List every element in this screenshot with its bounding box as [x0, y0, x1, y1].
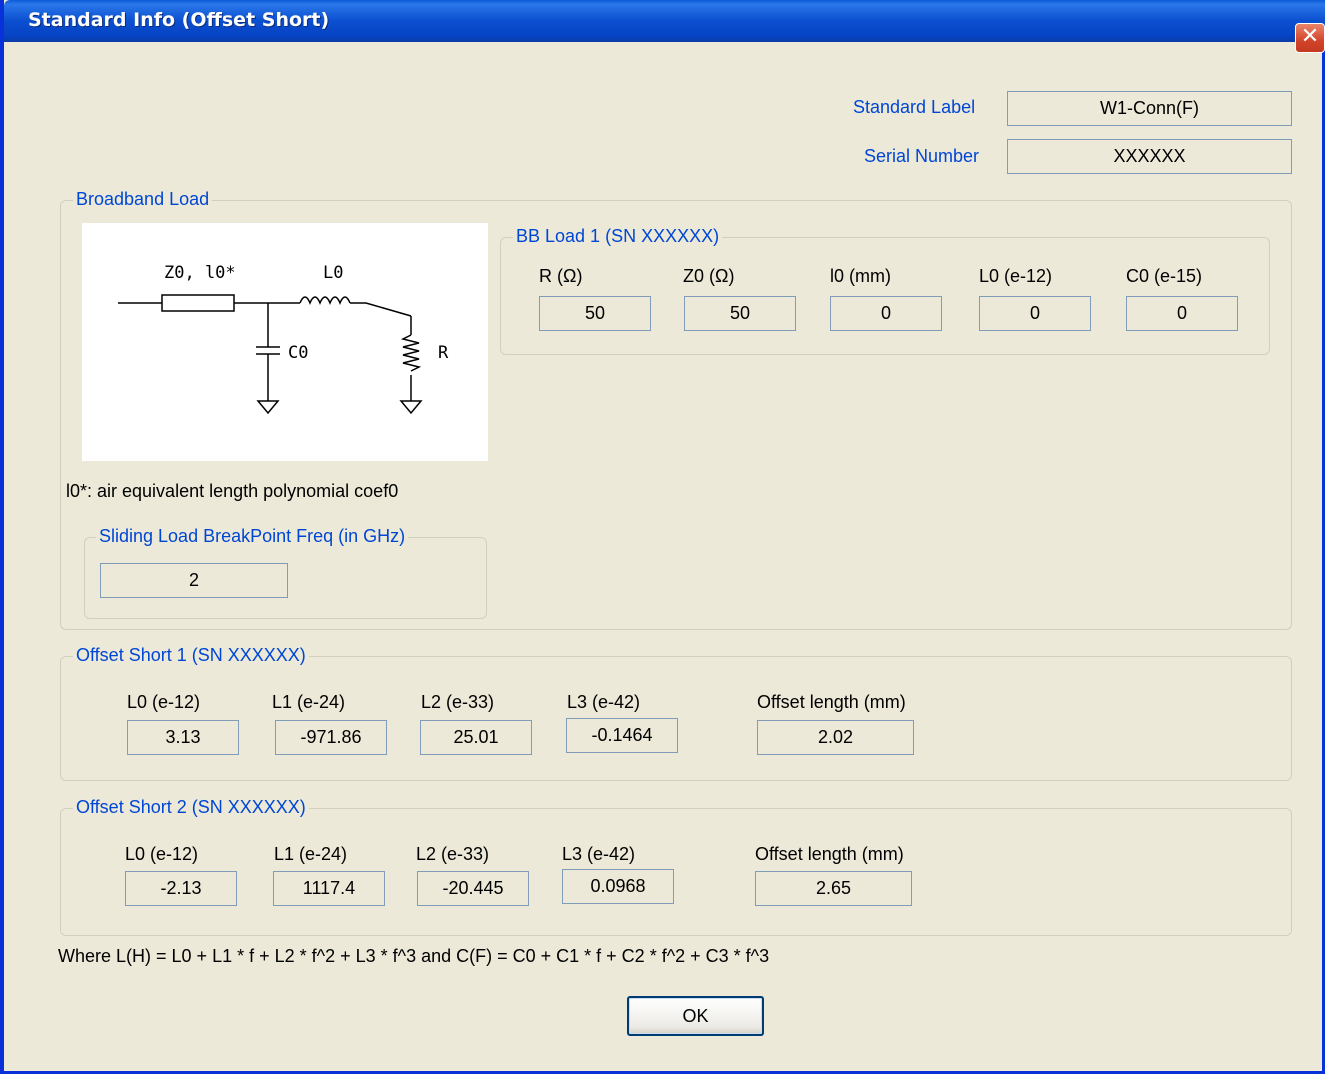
bb-header-l0mm: l0 (mm)	[830, 266, 891, 286]
bb-r-field[interactable]: 50	[539, 296, 651, 331]
os2-header-l1: L1 (e-24)	[274, 844, 348, 864]
close-icon: ✕	[1300, 24, 1320, 49]
bb-load-legend: BB Load 1 (SN XXXXXX)	[513, 226, 723, 247]
offset-short-2-group	[60, 808, 1292, 936]
os1-header-offset: Offset length (mm)	[757, 692, 906, 712]
os1-header-l1: L1 (e-24)	[272, 692, 346, 712]
offset-short-2-legend: Offset Short 2 (SN XXXXXX)	[73, 797, 309, 818]
os2-l0-field[interactable]: -2.13	[125, 871, 237, 906]
bb-c0-field[interactable]: 0	[1126, 296, 1238, 331]
sliding-load-freq-field[interactable]: 2	[100, 563, 288, 598]
os2-header-l2: L2 (e-33)	[416, 844, 490, 864]
os1-header-l0: L0 (e-12)	[127, 692, 201, 712]
dialog-window: Standard Info (Offset Short) ✕ Standard …	[0, 0, 1325, 1074]
os1-l1-field[interactable]: -971.86	[275, 720, 387, 755]
standard-label-field[interactable]: W1-Conn(F)	[1007, 91, 1292, 126]
c0-label: C0	[288, 343, 309, 363]
window-title: Standard Info (Offset Short)	[28, 9, 330, 31]
standard-label-label: Standard Label	[853, 97, 976, 117]
os1-l0-field[interactable]: 3.13	[127, 720, 239, 755]
os2-header-offset: Offset length (mm)	[755, 844, 904, 864]
bb-header-c0: C0 (e-15)	[1126, 266, 1203, 286]
close-button[interactable]: ✕	[1295, 23, 1325, 53]
l0-note: l0*: air equivalent length polynomial co…	[66, 481, 399, 501]
bb-l0-field[interactable]: 0	[979, 296, 1091, 331]
title-bar[interactable]: Standard Info (Offset Short)	[4, 0, 1325, 42]
ok-button[interactable]: OK	[627, 996, 764, 1036]
os1-header-l2: L2 (e-33)	[421, 692, 495, 712]
bb-header-z0: Z0 (Ω)	[683, 266, 735, 286]
os2-header-l3: L3 (e-42)	[562, 844, 636, 864]
os2-offset-field[interactable]: 2.65	[755, 871, 912, 906]
z0-l0-label: Z0, l0*	[164, 263, 236, 283]
serial-number-label: Serial Number	[864, 146, 980, 166]
bb-z0-field[interactable]: 50	[684, 296, 796, 331]
circuit-diagram: Z0, l0* L0 C0 R	[82, 223, 488, 461]
os2-l2-field[interactable]: -20.445	[417, 871, 529, 906]
sliding-load-legend: Sliding Load BreakPoint Freq (in GHz)	[96, 526, 409, 547]
os2-l1-field[interactable]: 1117.4	[273, 871, 385, 906]
offset-short-1-legend: Offset Short 1 (SN XXXXXX)	[73, 645, 309, 666]
bb-l0mm-field[interactable]: 0	[830, 296, 942, 331]
broadband-load-legend: Broadband Load	[73, 189, 213, 210]
os1-l3-field[interactable]: -0.1464	[566, 718, 678, 753]
serial-number-field[interactable]: XXXXXX	[1007, 139, 1292, 174]
bb-header-l0: L0 (e-12)	[979, 266, 1053, 286]
r-label: R	[438, 343, 449, 363]
os2-l3-field[interactable]: 0.0968	[562, 869, 674, 904]
circuit-schematic	[118, 294, 423, 415]
os1-header-l3: L3 (e-42)	[567, 692, 641, 712]
l0-label: L0	[323, 263, 344, 283]
os1-offset-field[interactable]: 2.02	[757, 720, 914, 755]
os2-header-l0: L0 (e-12)	[125, 844, 199, 864]
bb-header-r: R (Ω)	[539, 266, 583, 286]
os1-l2-field[interactable]: 25.01	[420, 720, 532, 755]
formula-text: Where L(H) = L0 + L1 * f + L2 * f^2 + L3…	[58, 946, 770, 966]
